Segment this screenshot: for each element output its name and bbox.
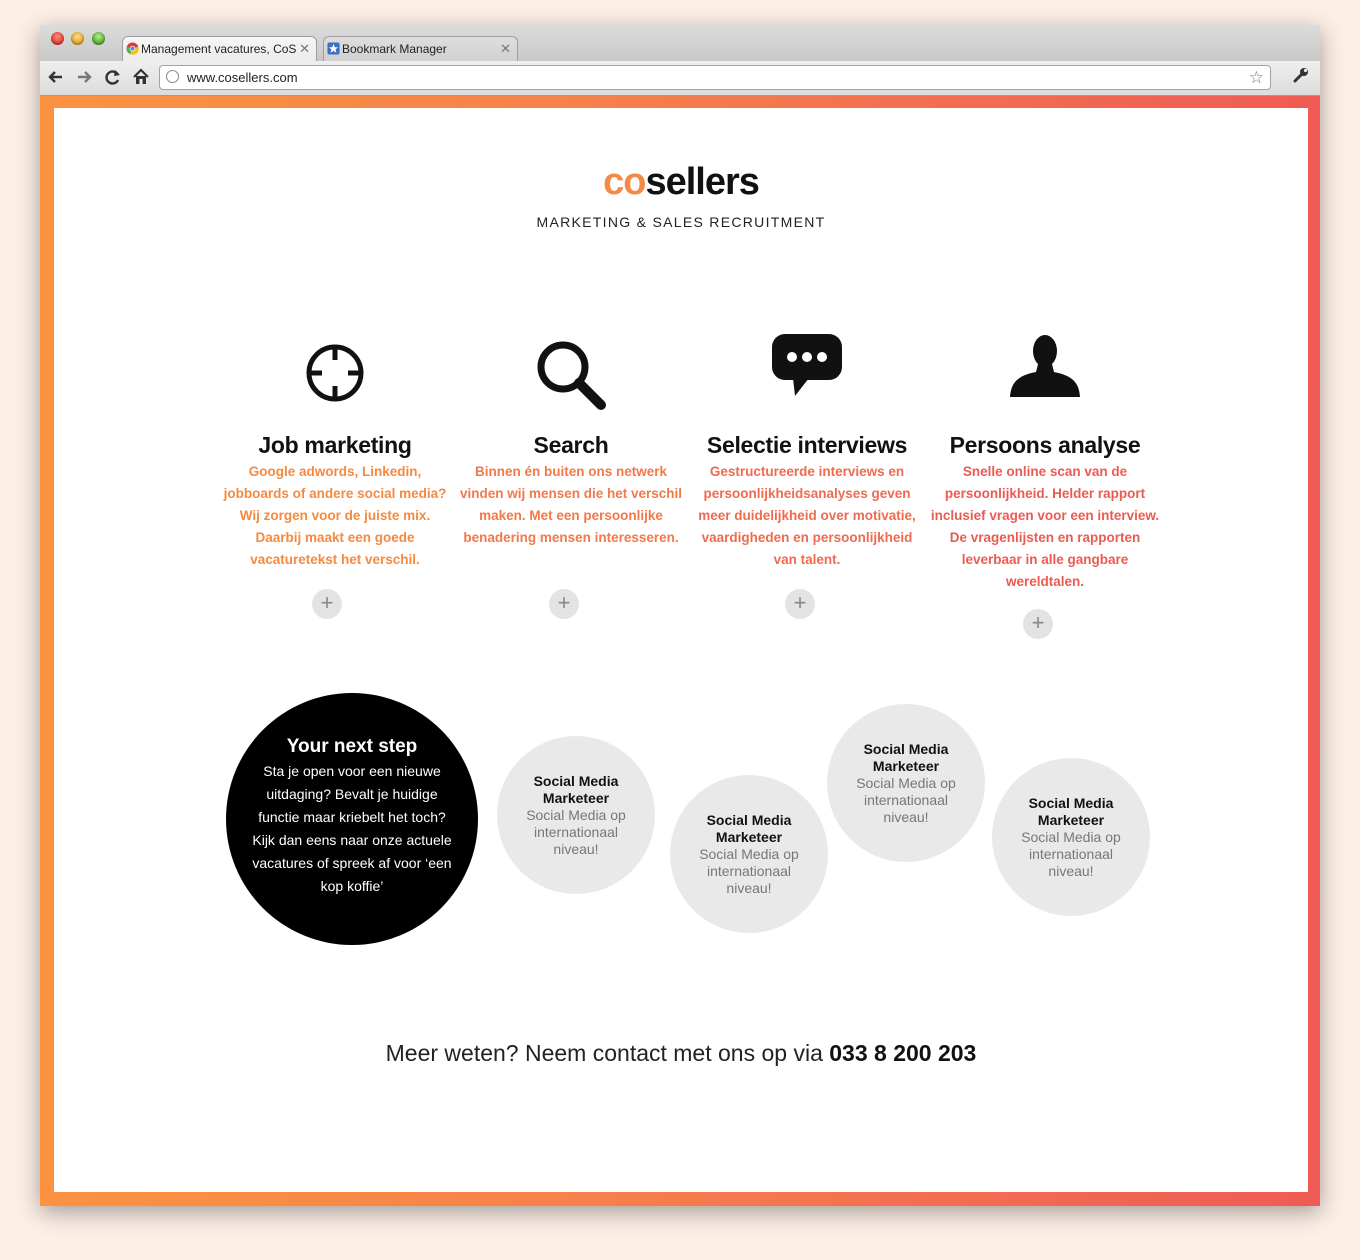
- page-content: cosellers MARKETING & SALES RECRUITMENT …: [54, 108, 1308, 1192]
- tab-management-vacatures[interactable]: Management vacatures, CoS ✕: [122, 36, 317, 61]
- feature-description: Snelle online scan van de persoonlijkhei…: [930, 464, 1160, 589]
- contact-text: Meer weten? Neem contact met ons op via: [385, 1040, 823, 1066]
- feature-persoons-analyse: Persoons analyse Snelle online scan van …: [930, 334, 1160, 593]
- cosellers-logo[interactable]: cosellers: [54, 161, 1308, 204]
- vacancy-text: Social Media op internationaal niveau!: [526, 806, 626, 857]
- zoom-window-button[interactable]: [92, 32, 105, 45]
- tab-strip: Management vacatures, CoS ✕ Bookmark Man…: [40, 25, 1320, 62]
- next-step-title: Your next step: [286, 736, 418, 757]
- plus-button-search[interactable]: +: [549, 589, 579, 619]
- home-icon[interactable]: [130, 66, 152, 88]
- vacancy-title: Social Media Marketeer: [533, 772, 619, 806]
- plus-button-job-marketing[interactable]: +: [312, 589, 342, 619]
- vacancy-title: Social Media Marketeer: [706, 811, 792, 845]
- address-bar[interactable]: www.cosellers.com ☆: [159, 65, 1271, 90]
- speech-bubble-icon: [772, 334, 842, 396]
- bookmark-star-icon[interactable]: ☆: [1249, 66, 1264, 89]
- forward-arrow-icon[interactable]: [73, 66, 95, 88]
- tab-title: Management vacatures, CoS: [141, 42, 297, 56]
- close-window-button[interactable]: [51, 32, 64, 45]
- plus-button-persoons-analyse[interactable]: +: [1023, 609, 1053, 639]
- vacancy-text: Social Media op internationaal niveau!: [856, 774, 956, 825]
- back-arrow-icon[interactable]: [45, 66, 67, 88]
- plus-button-selectie-interviews[interactable]: +: [785, 589, 815, 619]
- vacancy-bubble[interactable]: Social Media Marketeer Social Media op i…: [992, 758, 1150, 916]
- url-text: www.cosellers.com: [187, 70, 298, 85]
- feature-title: Persoons analyse: [949, 432, 1141, 458]
- feature-search: Search Binnen én buiten ons netwerk vind…: [456, 338, 686, 549]
- feature-description: Gestructureerde interviews en persoonlij…: [698, 464, 916, 567]
- next-step-circle[interactable]: Your next step Sta je open voor een nieu…: [226, 693, 478, 945]
- globe-icon: [166, 70, 179, 83]
- tab-title: Bookmark Manager: [342, 42, 447, 56]
- reload-icon[interactable]: [102, 66, 124, 88]
- tab-close-icon[interactable]: ✕: [299, 37, 310, 61]
- contact-line: Meer weten? Neem contact met ons op via …: [54, 1040, 1308, 1067]
- feature-title: Search: [533, 432, 609, 458]
- chrome-icon: [126, 42, 139, 55]
- browser-window: Management vacatures, CoS ✕ Bookmark Man…: [40, 25, 1320, 1206]
- contact-phone-link[interactable]: 033 8 200 203: [829, 1040, 976, 1066]
- feature-job-marketing: Job marketing Google adwords, Linkedin, …: [220, 338, 450, 571]
- wrench-icon[interactable]: [1292, 66, 1310, 89]
- next-step-text: Sta je open voor een nieuwe uitdaging? B…: [252, 763, 452, 894]
- vacancy-bubble[interactable]: Social Media Marketeer Social Media op i…: [670, 775, 828, 933]
- search-icon: [537, 341, 606, 410]
- bookmark-star-icon: [327, 42, 340, 55]
- tagline: MARKETING & SALES RECRUITMENT: [536, 214, 826, 230]
- feature-description: Binnen én buiten ons netwerk vinden wij …: [459, 464, 683, 545]
- tab-close-icon[interactable]: ✕: [500, 37, 511, 61]
- feature-description: Google adwords, Linkedin, jobboards of a…: [223, 464, 447, 567]
- browser-toolbar: www.cosellers.com ☆: [40, 61, 1320, 96]
- page-gradient-frame: cosellers MARKETING & SALES RECRUITMENT …: [40, 96, 1320, 1206]
- person-icon: [1010, 335, 1080, 397]
- feature-title: Job marketing: [258, 432, 412, 458]
- tab-bookmark-manager[interactable]: Bookmark Manager ✕: [323, 36, 518, 61]
- vacancy-text: Social Media op internationaal niveau!: [1021, 828, 1121, 879]
- crosshair-icon: [306, 344, 364, 402]
- vacancy-bubble[interactable]: Social Media Marketeer Social Media op i…: [827, 704, 985, 862]
- feature-selectie-interviews: Selectie interviews Gestructureerde inte…: [692, 332, 922, 571]
- vacancy-text: Social Media op internationaal niveau!: [699, 845, 799, 896]
- vacancy-title: Social Media Marketeer: [1028, 794, 1114, 828]
- vacancy-bubble[interactable]: Social Media Marketeer Social Media op i…: [497, 736, 655, 894]
- vacancy-title: Social Media Marketeer: [863, 740, 949, 774]
- feature-title: Selectie interviews: [706, 432, 908, 458]
- minimize-window-button[interactable]: [71, 32, 84, 45]
